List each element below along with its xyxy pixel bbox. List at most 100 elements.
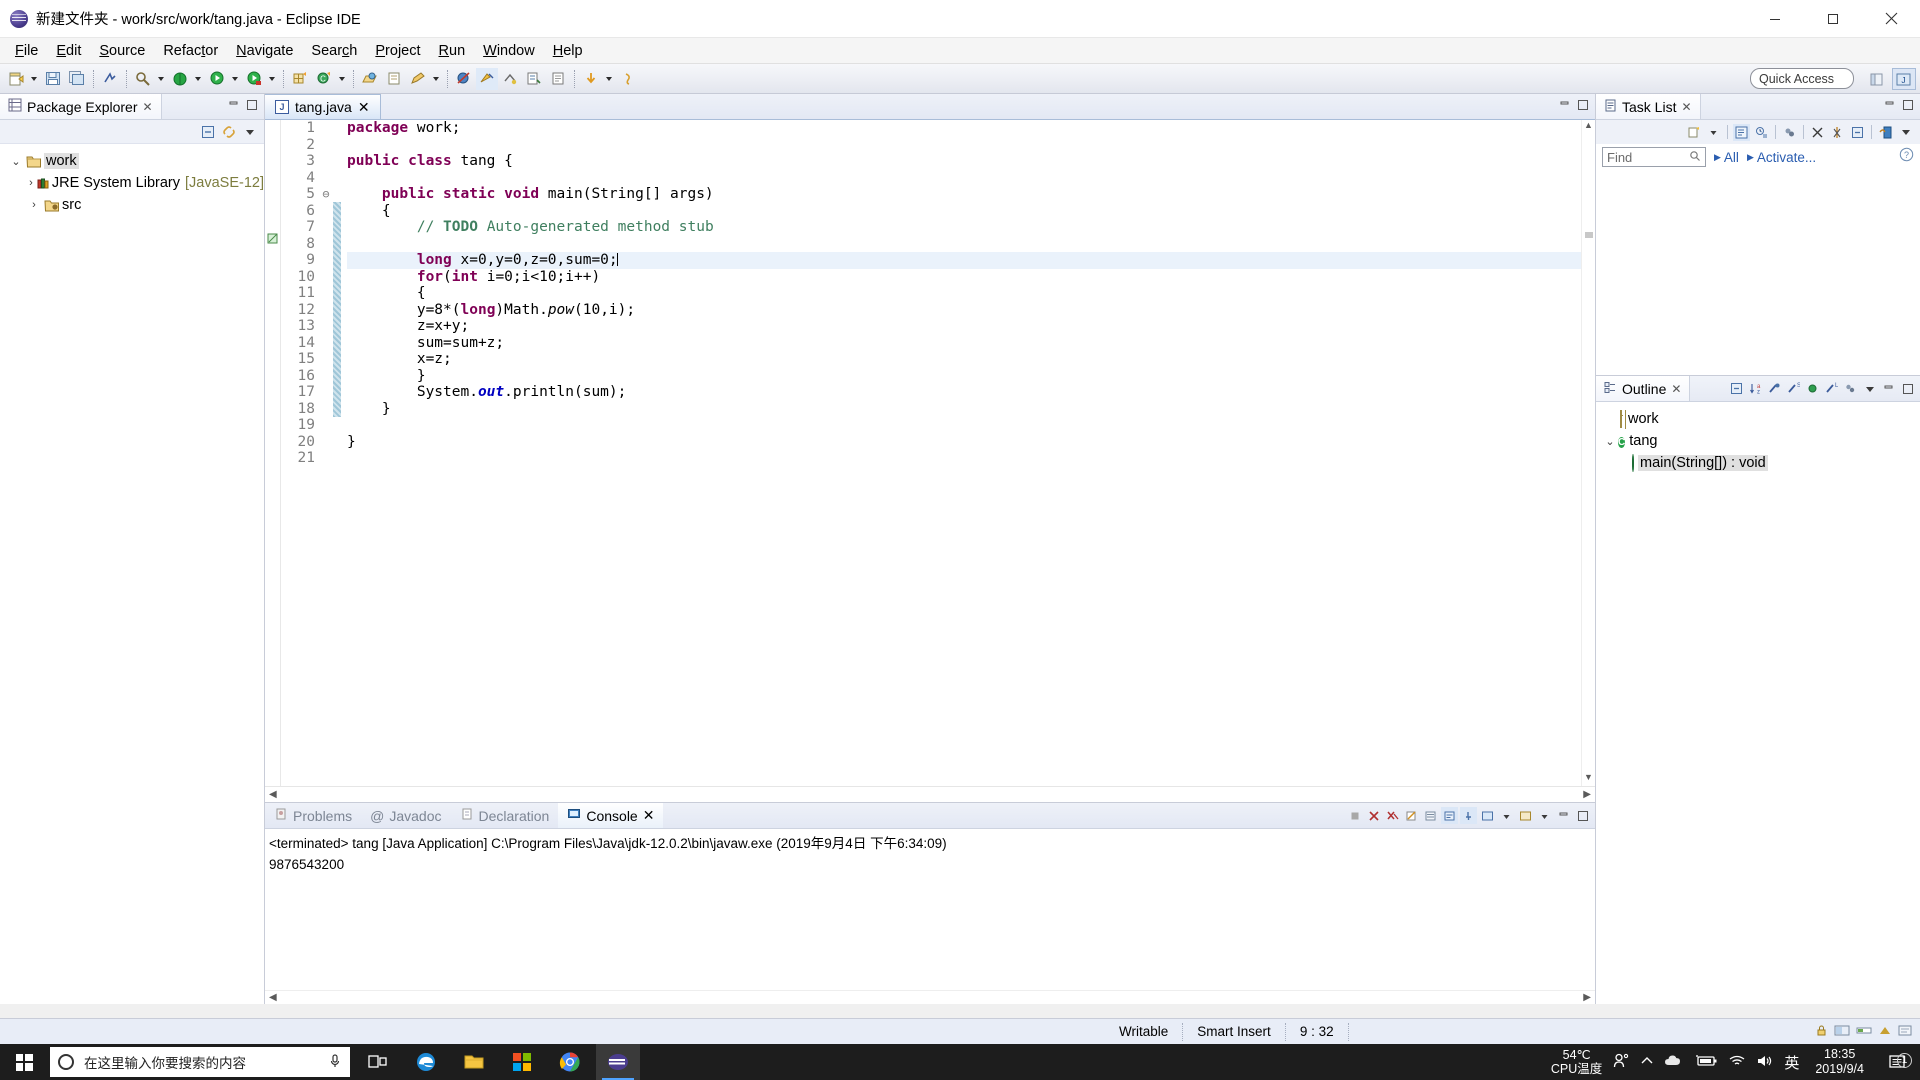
- scroll-right-icon[interactable]: ▶: [1583, 789, 1591, 800]
- code-line[interactable]: [347, 236, 1581, 253]
- code-line[interactable]: z=x+y;: [347, 318, 1581, 335]
- display-console-dropdown[interactable]: [1498, 807, 1515, 824]
- start-button[interactable]: [0, 1044, 48, 1080]
- synchronize-icon[interactable]: [1781, 124, 1798, 141]
- code-line[interactable]: }: [347, 368, 1581, 385]
- task-find-input[interactable]: Find: [1602, 147, 1706, 167]
- debug-dropdown[interactable]: [192, 68, 203, 90]
- menu-window[interactable]: Window: [474, 40, 544, 62]
- open-type-icon[interactable]: [359, 68, 381, 90]
- expand-twisty-icon[interactable]: ⌄: [1602, 435, 1618, 448]
- previous-annotation-icon[interactable]: [523, 68, 545, 90]
- edge-icon[interactable]: [404, 1044, 448, 1080]
- menu-run[interactable]: Run: [430, 40, 475, 62]
- filter-completed-icon[interactable]: [1829, 124, 1846, 141]
- run-coverage-icon[interactable]: [243, 68, 265, 90]
- view-menu-icon[interactable]: [1861, 380, 1878, 397]
- hide-static-icon[interactable]: S: [1785, 380, 1802, 397]
- scheduled-icon[interactable]: [1753, 124, 1770, 141]
- minimize-button[interactable]: [1746, 0, 1804, 37]
- code-line[interactable]: {: [347, 203, 1581, 220]
- maximize-view-icon[interactable]: [1899, 380, 1916, 397]
- task-view-button[interactable]: [356, 1044, 400, 1080]
- console-output[interactable]: <terminated> tang [Java Application] C:\…: [265, 829, 1595, 990]
- eclipse-icon[interactable]: [596, 1044, 640, 1080]
- minimize-view-icon[interactable]: [1880, 380, 1897, 397]
- display-console-icon[interactable]: [1479, 807, 1496, 824]
- tree-item-src[interactable]: › src: [0, 194, 264, 216]
- menu-navigate[interactable]: Navigate: [227, 40, 302, 62]
- scroll-left-icon[interactable]: ◀: [269, 789, 277, 800]
- fold-toggle-icon[interactable]: ⊖: [319, 186, 333, 203]
- hide-fields-icon[interactable]: [1766, 380, 1783, 397]
- outline-item-work[interactable]: work: [1596, 408, 1920, 430]
- code-line[interactable]: x=z;: [347, 351, 1581, 368]
- maximize-view-icon[interactable]: [1902, 98, 1914, 116]
- show-hidden-icons-icon[interactable]: [1640, 1055, 1654, 1070]
- new-wizard-dropdown[interactable]: [28, 68, 39, 90]
- open-console-icon[interactable]: [1517, 807, 1534, 824]
- collapse-twisty-icon[interactable]: ›: [26, 177, 36, 189]
- outline-item-main[interactable]: main(String[]) : void: [1596, 452, 1920, 474]
- code-line[interactable]: public static void main(String[] args): [347, 186, 1581, 203]
- code-line[interactable]: }: [347, 434, 1581, 451]
- pencil-dropdown[interactable]: [430, 68, 441, 90]
- new-java-package-icon[interactable]: [289, 68, 311, 90]
- collapse-twisty-icon[interactable]: ›: [26, 199, 42, 211]
- code-line[interactable]: long x=0,y=0,z=0,sum=0;: [347, 252, 1581, 269]
- minimize-console-icon[interactable]: [1555, 807, 1572, 824]
- tree-item-work[interactable]: ⌄ work: [0, 150, 264, 172]
- code-line[interactable]: sum=sum+z;: [347, 335, 1581, 352]
- scroll-left-icon[interactable]: ◀: [269, 992, 277, 1003]
- collapse-all-icon[interactable]: [1728, 380, 1745, 397]
- battery-icon[interactable]: [1694, 1054, 1718, 1071]
- help-icon[interactable]: ?: [1899, 147, 1914, 167]
- tab-package-explorer[interactable]: Package Explorer ✕: [0, 94, 162, 119]
- taskbar-search-input[interactable]: 在这里输入你要搜索的内容: [50, 1047, 350, 1077]
- debug-icon[interactable]: [169, 68, 191, 90]
- hide-local-types-icon[interactable]: L: [1823, 380, 1840, 397]
- new-wizard-icon[interactable]: [5, 68, 27, 90]
- pin-console-icon[interactable]: [1460, 807, 1477, 824]
- chrome-icon[interactable]: [548, 1044, 592, 1080]
- new-java-project-icon[interactable]: [99, 68, 121, 90]
- remove-all-launches-icon[interactable]: [1384, 807, 1401, 824]
- heap-status-icon[interactable]: [1834, 1024, 1850, 1040]
- cpu-temp-widget[interactable]: 54℃ CPU温度: [1551, 1048, 1602, 1077]
- code-line[interactable]: [347, 137, 1581, 154]
- open-task-icon[interactable]: [383, 68, 405, 90]
- skip-breakpoints-icon[interactable]: [453, 68, 475, 90]
- new-class-dropdown[interactable]: [336, 68, 347, 90]
- tab-console[interactable]: Console ✕: [558, 803, 664, 828]
- folding-ruler[interactable]: ⊖: [319, 120, 333, 786]
- toggle-mark-occurrences-icon[interactable]: [476, 67, 498, 90]
- code-line[interactable]: y=8*(long)Math.pow(10,i);: [347, 302, 1581, 319]
- java-perspective-button[interactable]: J: [1892, 68, 1916, 90]
- next-annotation-icon[interactable]: [499, 68, 521, 90]
- scroll-lock-icon[interactable]: [1422, 807, 1439, 824]
- last-edit-location-icon[interactable]: [547, 68, 569, 90]
- scroll-right-icon[interactable]: ▶: [1583, 992, 1591, 1003]
- file-explorer-icon[interactable]: [452, 1044, 496, 1080]
- input-method-indicator[interactable]: 英: [1784, 1052, 1799, 1073]
- menu-refactor[interactable]: Refactor: [154, 40, 227, 62]
- code-line[interactable]: {: [347, 285, 1581, 302]
- editor-vertical-scrollbar[interactable]: ▲ ▼: [1581, 120, 1595, 786]
- microphone-icon[interactable]: [328, 1053, 342, 1072]
- close-icon[interactable]: ✕: [1671, 382, 1681, 396]
- code-line[interactable]: System.out.println(sum);: [347, 384, 1581, 401]
- volume-icon[interactable]: [1756, 1054, 1774, 1071]
- microsoft-store-icon[interactable]: [500, 1044, 544, 1080]
- tab-declaration[interactable]: Declaration: [451, 803, 559, 828]
- quick-access-input[interactable]: Quick Access: [1750, 68, 1854, 89]
- hide-nonpublic-icon[interactable]: [1804, 380, 1821, 397]
- minimize-editor-icon[interactable]: [1559, 98, 1571, 116]
- code-line[interactable]: for(int i=0;i<10;i++): [347, 269, 1581, 286]
- task-list-body[interactable]: [1596, 170, 1920, 375]
- wifi-icon[interactable]: [1728, 1054, 1746, 1071]
- tab-tang-java[interactable]: J tang.java ✕: [265, 94, 381, 119]
- close-icon[interactable]: ✕: [643, 807, 655, 824]
- link-with-editor-icon[interactable]: [220, 123, 237, 140]
- run-dropdown[interactable]: [229, 68, 240, 90]
- new-task-dropdown[interactable]: [1705, 124, 1722, 141]
